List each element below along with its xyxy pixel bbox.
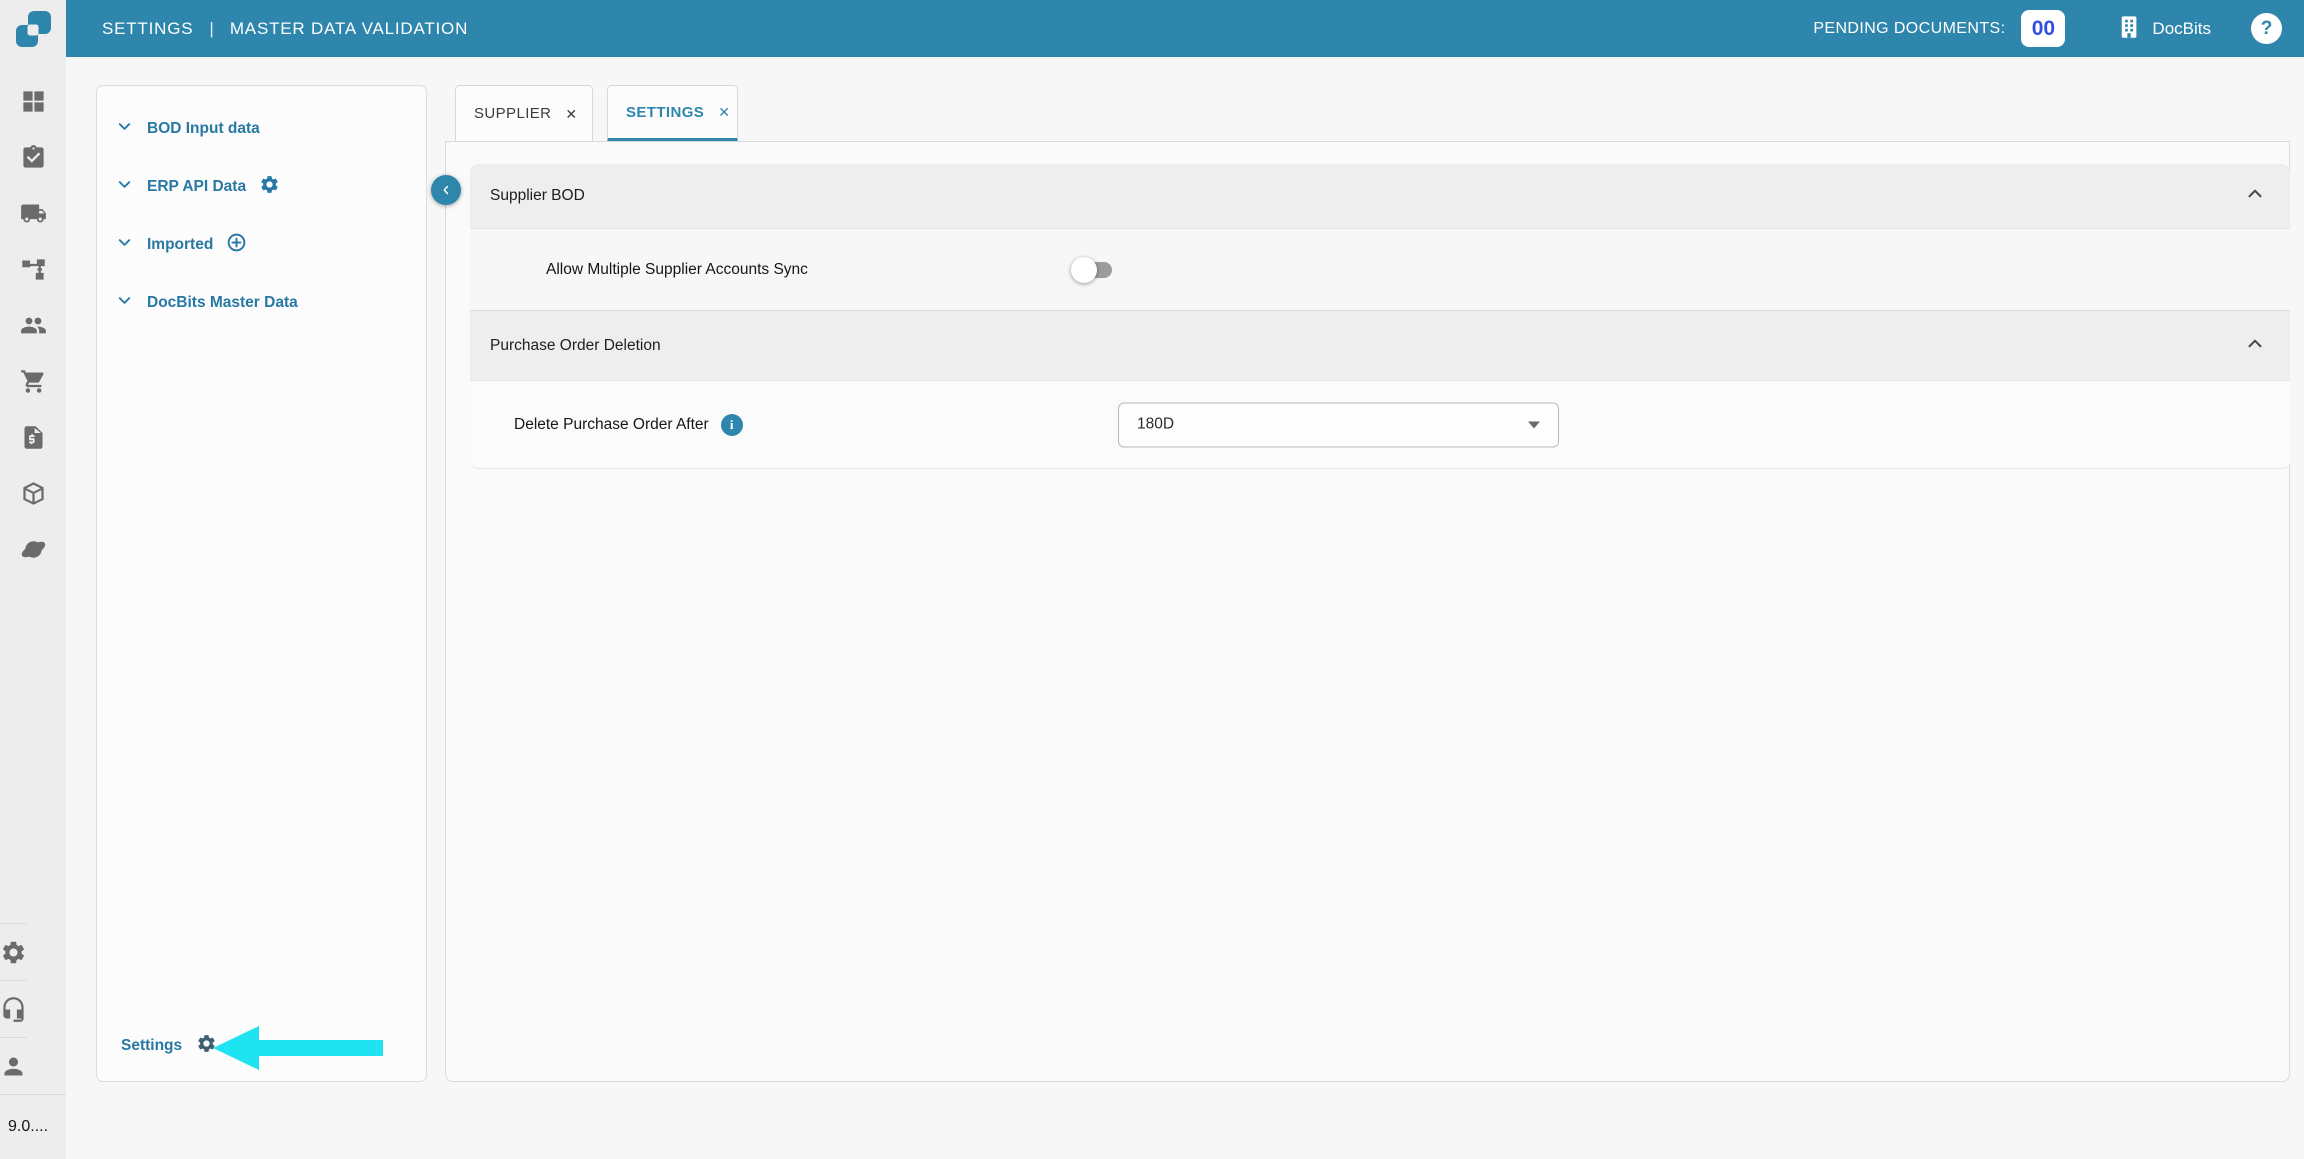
integrations-orbit-icon[interactable] bbox=[20, 536, 47, 563]
tab-label: SUPPLIER bbox=[474, 105, 552, 122]
invoice-icon[interactable] bbox=[20, 424, 47, 451]
tab-close-icon[interactable]: ✕ bbox=[565, 107, 577, 121]
sidebar-item-bod-input-data[interactable]: BOD Input data bbox=[97, 100, 426, 158]
sidebar-item-label: Imported bbox=[147, 236, 214, 253]
chevron-up-icon[interactable] bbox=[2244, 183, 2266, 210]
settings-panel-body: Supplier BOD Allow Multiple Supplier Acc… bbox=[431, 141, 2290, 1082]
breadcrumb: SETTINGS | MASTER DATA VALIDATION bbox=[102, 19, 468, 39]
chevron-down-icon bbox=[115, 117, 134, 141]
section-header-supplier-bod[interactable]: Supplier BOD bbox=[470, 164, 2290, 228]
section-title: Purchase Order Deletion bbox=[490, 336, 661, 354]
pending-documents-badge[interactable]: 00 bbox=[2021, 10, 2066, 47]
row-allow-multiple-supplier-accounts-sync: Allow Multiple Supplier Accounts Sync bbox=[470, 228, 2290, 310]
add-imported-plus-icon[interactable] bbox=[226, 232, 247, 258]
workflow-tree-icon[interactable] bbox=[20, 256, 47, 283]
dashboard-icon[interactable] bbox=[20, 88, 47, 115]
org-switcher[interactable]: DocBits bbox=[2115, 13, 2211, 45]
section-title: Supplier BOD bbox=[490, 187, 585, 204]
sidebar-item-label: ERP API Data bbox=[147, 178, 247, 195]
annotation-arrow bbox=[213, 1026, 383, 1075]
support-headset-icon[interactable] bbox=[0, 980, 27, 1037]
org-name: DocBits bbox=[2152, 18, 2211, 38]
top-bar: SETTINGS | MASTER DATA VALIDATION PENDIN… bbox=[66, 0, 2304, 57]
erp-api-gear-icon[interactable] bbox=[259, 174, 280, 200]
breadcrumb-section: SETTINGS bbox=[102, 18, 194, 38]
sidebar-item-label: BOD Input data bbox=[147, 120, 260, 137]
icon-rail: 9.0.... bbox=[0, 0, 66, 1159]
package-icon[interactable] bbox=[20, 480, 47, 507]
pending-documents-label: PENDING DOCUMENTS: bbox=[1813, 19, 2006, 37]
shipping-truck-icon[interactable] bbox=[20, 200, 47, 227]
chevron-down-icon bbox=[115, 233, 134, 257]
app-version: 9.0.... bbox=[8, 1118, 49, 1135]
allow-multiple-supplier-accounts-sync-toggle[interactable] bbox=[1071, 256, 1115, 283]
section-header-purchase-order-deletion[interactable]: Purchase Order Deletion bbox=[470, 310, 2290, 380]
tab-settings[interactable]: SETTINGS ✕ bbox=[607, 85, 738, 142]
collapse-panel-button[interactable] bbox=[431, 175, 461, 205]
docbits-logo[interactable] bbox=[11, 7, 55, 51]
row-label: Delete Purchase Order After bbox=[514, 415, 709, 433]
chevron-down-icon bbox=[115, 291, 134, 315]
row-delete-purchase-order-after: Delete Purchase Order After i 180D bbox=[470, 380, 2290, 468]
row-label: Allow Multiple Supplier Accounts Sync bbox=[546, 260, 808, 278]
info-icon[interactable]: i bbox=[720, 413, 743, 436]
select-value: 180D bbox=[1137, 415, 1175, 433]
tab-supplier[interactable]: SUPPLIER ✕ bbox=[455, 85, 593, 142]
tab-label: SETTINGS bbox=[626, 103, 705, 121]
tab-close-icon[interactable]: ✕ bbox=[718, 105, 730, 119]
sidebar-settings-button[interactable]: Settings bbox=[121, 1033, 217, 1059]
breadcrumb-divider: | bbox=[209, 18, 214, 38]
sidebar-item-label: DocBits Master Data bbox=[147, 294, 298, 311]
page-title: MASTER DATA VALIDATION bbox=[229, 18, 469, 38]
account-person-icon[interactable] bbox=[0, 1037, 27, 1094]
building-icon bbox=[2115, 13, 2142, 45]
users-icon[interactable] bbox=[20, 312, 47, 339]
main-panel: SUPPLIER ✕ SETTINGS ✕ Supplier BOD Allow… bbox=[431, 85, 2290, 1082]
delete-po-after-select[interactable]: 180D bbox=[1118, 402, 1559, 447]
dropdown-caret-icon bbox=[1528, 421, 1540, 428]
rail-settings-gear-icon[interactable] bbox=[0, 923, 27, 980]
chevron-up-icon[interactable] bbox=[2244, 332, 2266, 359]
chevron-down-icon bbox=[115, 175, 134, 199]
sidebar-item-docbits-master-data[interactable]: DocBits Master Data bbox=[97, 274, 426, 332]
master-data-sidebar: BOD Input data ERP API Data Imported Doc… bbox=[96, 85, 427, 1082]
sidebar-item-erp-api-data[interactable]: ERP API Data bbox=[97, 158, 426, 216]
sidebar-item-imported[interactable]: Imported bbox=[97, 216, 426, 274]
settings-sections: Supplier BOD Allow Multiple Supplier Acc… bbox=[470, 164, 2290, 469]
settings-label: Settings bbox=[121, 1037, 183, 1054]
tasks-clipboard-icon[interactable] bbox=[20, 144, 47, 171]
cart-icon[interactable] bbox=[20, 368, 47, 395]
help-icon[interactable]: ? bbox=[2251, 13, 2282, 44]
